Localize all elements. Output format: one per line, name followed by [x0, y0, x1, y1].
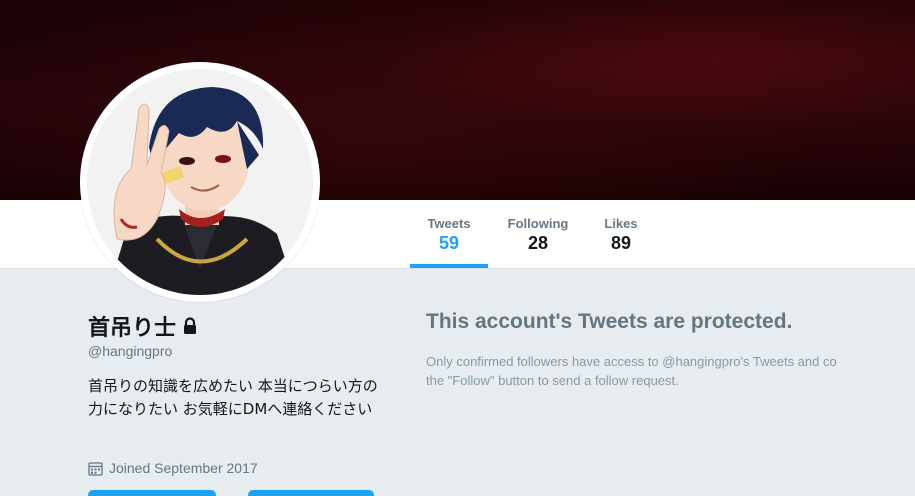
nav-likes-label: Likes [604, 216, 638, 231]
nav-following-label: Following [507, 216, 569, 231]
protected-message: Only confirmed followers have access to … [426, 352, 915, 390]
nav-tweets-label: Tweets [427, 216, 471, 231]
nav-likes-count: 89 [610, 233, 632, 253]
joined-text: Joined September 2017 [109, 460, 258, 476]
nav-tweets-count: 59 [438, 233, 460, 253]
nav-likes-tab[interactable]: Likes 89 [596, 200, 646, 268]
avatar-illustration [87, 69, 313, 295]
tweet-to-button[interactable] [88, 490, 216, 496]
nav-following-count: 28 [527, 233, 549, 253]
protected-message-line1: Only confirmed followers have access to … [426, 354, 837, 369]
profile-handle[interactable]: @hangingpro [88, 343, 172, 359]
calendar-icon [88, 461, 103, 476]
profile-name: 首吊り士 [88, 310, 198, 342]
message-button[interactable] [248, 490, 374, 496]
profile-name-text: 首吊り士 [88, 315, 177, 340]
protected-title: This account's Tweets are protected. [426, 310, 793, 333]
lock-icon [184, 317, 197, 334]
joined-date: Joined September 2017 [88, 460, 258, 476]
nav-following-tab[interactable]: Following 28 [500, 200, 576, 268]
nav-tweets-tab[interactable]: Tweets 59 [410, 200, 488, 268]
profile-page: Tweets 59 Following 28 Likes 89 首吊り士 @ha… [0, 0, 915, 496]
profile-bio: 首吊りの知識を広めたい 本当につらい方の力になりたい お気軽にDMへ連絡ください [88, 377, 378, 418]
profile-avatar[interactable] [80, 62, 320, 302]
protected-message-line2: the "Follow" button to send a follow req… [426, 373, 679, 388]
avatar-image [87, 69, 313, 295]
